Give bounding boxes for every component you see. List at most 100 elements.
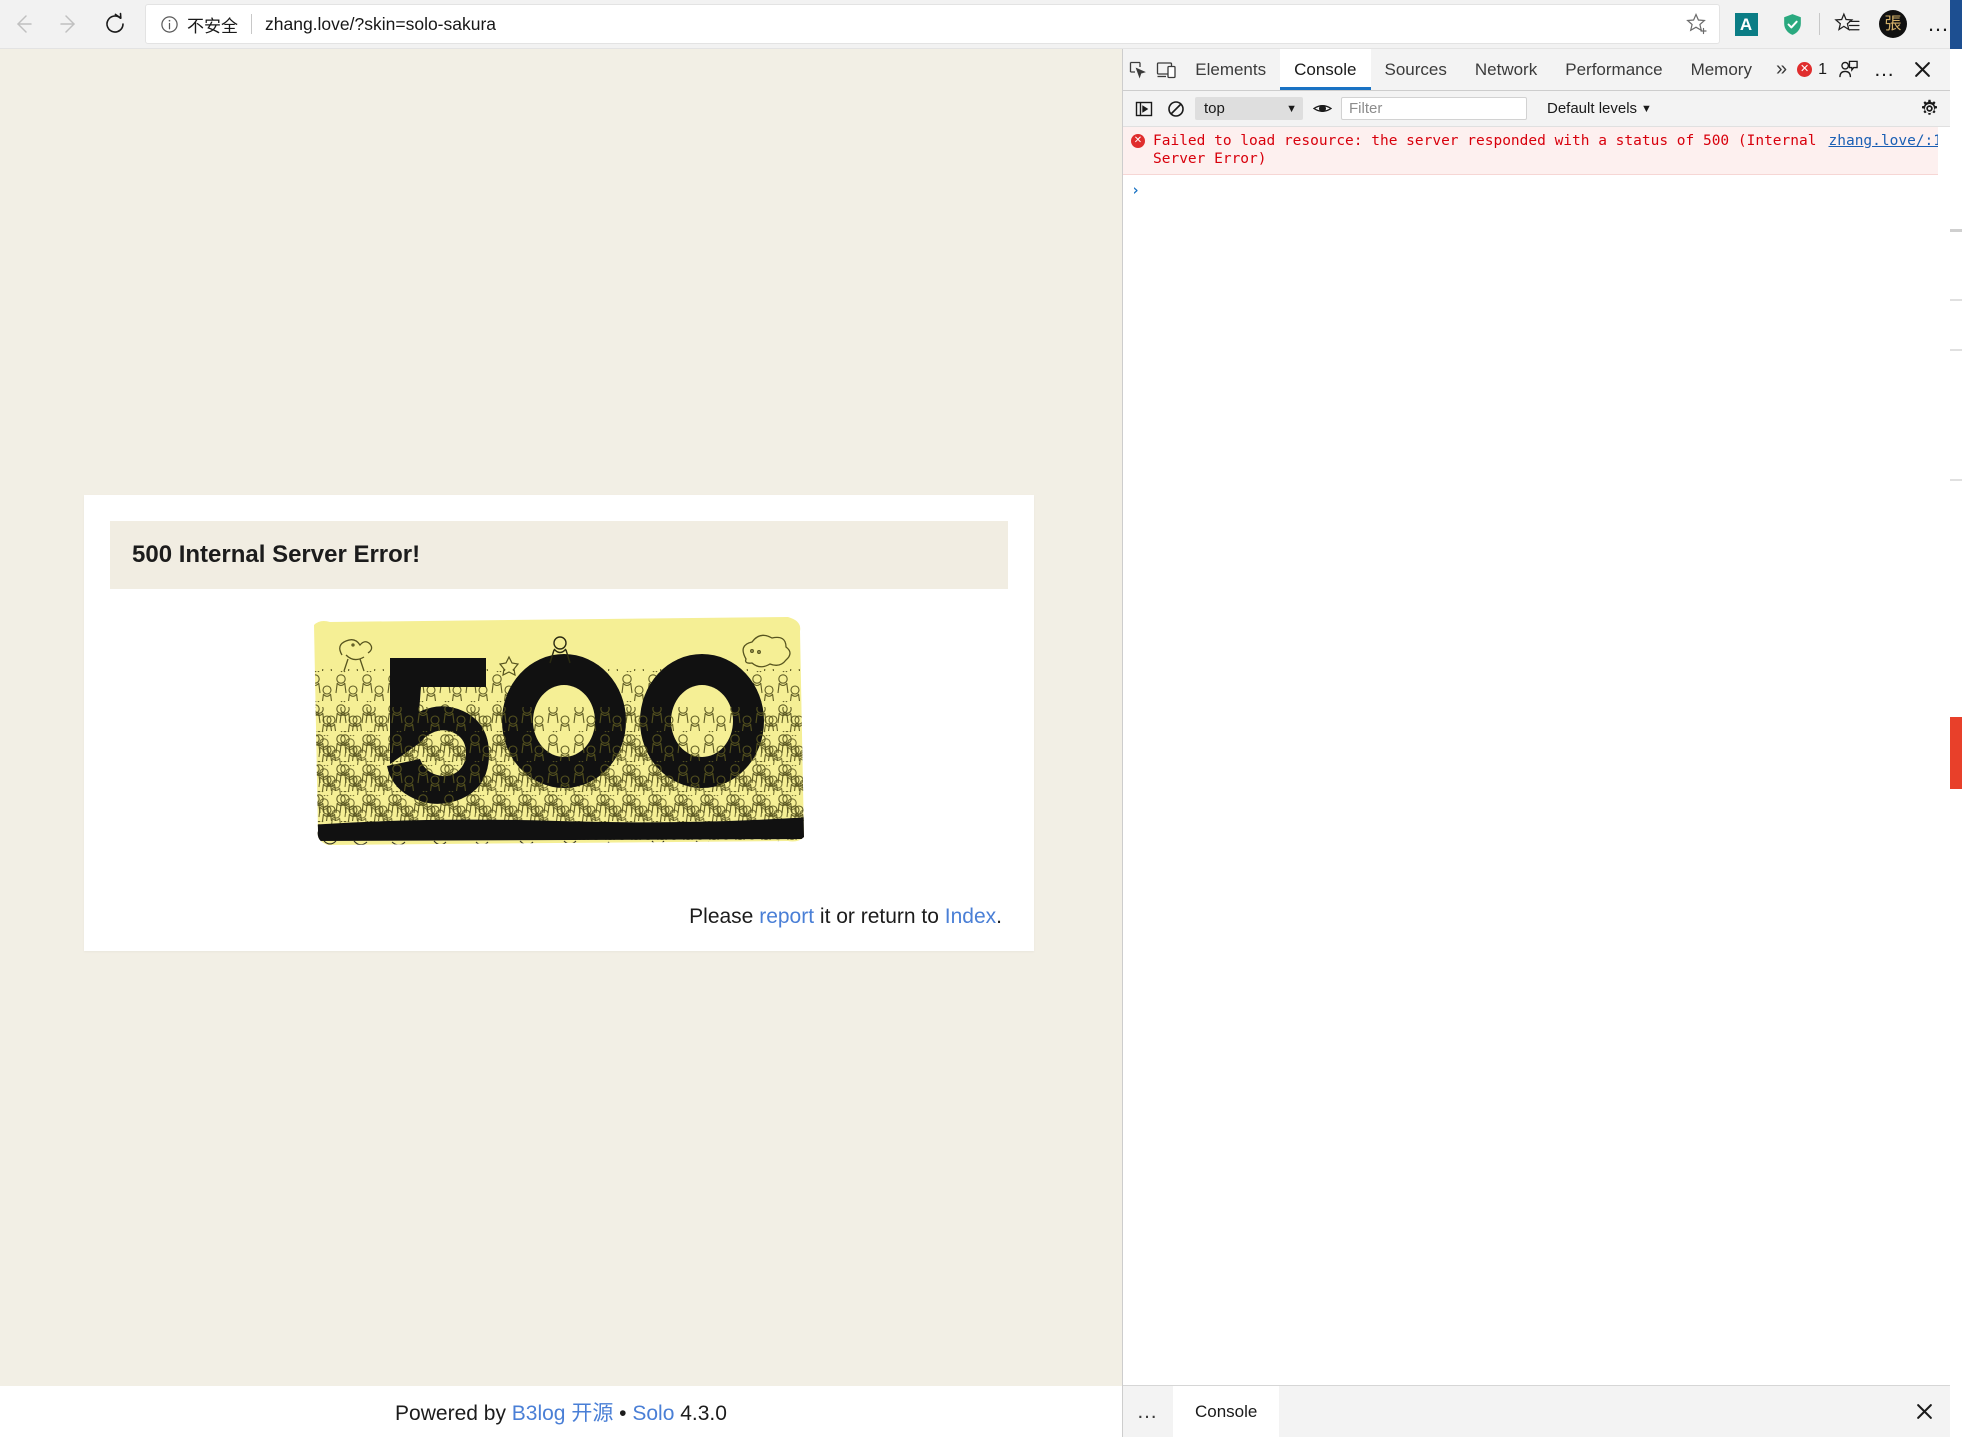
forward-button[interactable] (46, 1, 92, 47)
ellipsis-icon: … (1927, 11, 1951, 36)
tab-performance[interactable]: Performance (1551, 49, 1676, 90)
ellipsis-icon: … (1873, 58, 1897, 81)
report-link[interactable]: report (759, 905, 814, 928)
chevron-double-right-icon: » (1775, 58, 1788, 80)
sliver-line-3 (1950, 349, 1962, 351)
reload-icon (106, 12, 124, 33)
console-input-prompt[interactable]: › (1123, 175, 1950, 205)
error-card-footer: Please report it or return to Index. (110, 887, 1008, 951)
page-title: 500 Internal Server Error! (132, 541, 421, 568)
tab-elements-label: Elements (1195, 59, 1267, 79)
back-button[interactable] (0, 1, 46, 47)
shield-check-button[interactable] (1769, 1, 1815, 47)
live-expression-button[interactable] (1309, 96, 1335, 122)
device-toolbar-button[interactable] (1152, 49, 1181, 90)
close-icon (1916, 1404, 1932, 1419)
tab-sources[interactable]: Sources (1371, 49, 1461, 90)
close-icon (1914, 62, 1930, 77)
tab-memory[interactable]: Memory (1677, 49, 1766, 90)
error-count-label: 1 (1818, 60, 1827, 78)
error-circle-icon: ✕ (1797, 62, 1813, 77)
reload-button[interactable] (92, 1, 138, 47)
address-divider (251, 14, 252, 34)
console-sidebar-icon (1135, 101, 1153, 116)
error-circle-icon: ✕ (1131, 134, 1145, 148)
clear-console-icon (1168, 100, 1184, 117)
arrow-left-icon (17, 15, 32, 33)
tab-console-label: Console (1294, 59, 1357, 79)
console-filter-input[interactable]: Filter (1341, 97, 1527, 120)
tab-network[interactable]: Network (1461, 49, 1551, 90)
footer-suffix: . (996, 905, 1002, 928)
index-link[interactable]: Index (945, 905, 996, 928)
drawer-close-button[interactable] (1898, 1386, 1950, 1437)
error-500-illustration (314, 617, 804, 845)
drawer-spacer (1279, 1386, 1898, 1437)
error-card-body (110, 589, 1008, 887)
b3log-link[interactable]: B3log 开源 (512, 1402, 614, 1425)
avatar: 張 (1879, 10, 1907, 38)
console-message-list[interactable]: ✕ Failed to load resource: the server re… (1123, 127, 1950, 1385)
inspect-element-button[interactable] (1123, 49, 1152, 90)
tab-network-label: Network (1474, 59, 1538, 79)
background-window-sliver[interactable] (1950, 49, 1962, 1437)
profile-button[interactable]: 張 (1870, 1, 1916, 47)
sliver-line-2 (1950, 299, 1962, 301)
sliver-red-block (1950, 717, 1962, 789)
tab-elements[interactable]: Elements (1181, 49, 1280, 90)
gear-icon (1921, 99, 1937, 115)
devtools-more-options-button[interactable]: … (1869, 54, 1901, 86)
extension-a-icon: A (1734, 12, 1758, 36)
console-scrollbar[interactable] (1938, 127, 1950, 1385)
drawer-tab-console[interactable]: Console (1173, 1386, 1280, 1437)
page-content: 500 Internal Server Error! Please report… (0, 49, 1122, 1386)
execution-context-select[interactable]: top ▼ (1195, 97, 1303, 120)
shield-check-icon (1783, 13, 1801, 35)
feedback-person-icon (1838, 60, 1858, 78)
arrow-right-icon (60, 15, 75, 33)
console-error-source-link[interactable]: zhang.love/:1 (1829, 132, 1943, 150)
feedback-button[interactable] (1832, 54, 1864, 86)
error-card: 500 Internal Server Error! Please report… (84, 495, 1034, 951)
console-error-text: Failed to load resource: the server resp… (1153, 133, 1817, 167)
extension-a-button[interactable]: A (1723, 1, 1769, 47)
devtools-tabbar-actions: ✕ 1 … (1797, 49, 1950, 90)
clear-console-button[interactable] (1163, 96, 1189, 122)
devtools-close-button[interactable] (1906, 54, 1938, 86)
execution-context-value: top (1204, 100, 1225, 117)
address-bar[interactable]: 不安全 zhang.love/?skin=solo-sakura (146, 5, 1719, 43)
toolbar-divider (1819, 13, 1820, 35)
device-toolbar-icon (1157, 61, 1176, 78)
page-viewport: 500 Internal Server Error! Please report… (0, 49, 1122, 1437)
favorites-list-icon (1833, 11, 1860, 31)
tab-performance-label: Performance (1565, 59, 1663, 79)
devtools-panel: Elements Console Sources Network Perform… (1122, 49, 1950, 1437)
more-tabs-button[interactable]: » (1766, 49, 1797, 90)
inspect-element-icon (1129, 61, 1146, 79)
browser-toolbar: 不安全 zhang.love/?skin=solo-sakura A 張 … (0, 0, 1962, 49)
console-sidebar-toggle[interactable] (1131, 96, 1157, 122)
footer-separator: • (613, 1401, 633, 1425)
site-footer-text: Powered by B3log 开源 • Solo 4.3.0 (395, 1397, 727, 1427)
info-circle-icon[interactable] (160, 15, 179, 34)
sliver-line-1 (1950, 229, 1962, 232)
footer-middle: it or return to (814, 905, 945, 928)
tab-console[interactable]: Console (1280, 49, 1371, 90)
prompt-chevron-icon: › (1131, 181, 1141, 199)
solo-link[interactable]: Solo (632, 1402, 674, 1425)
favorites-list-button[interactable] (1824, 1, 1870, 47)
console-settings-button[interactable] (1916, 96, 1942, 122)
tab-sources-label: Sources (1384, 59, 1447, 79)
drawer-more-button[interactable]: … (1123, 1386, 1173, 1437)
live-expression-eye-icon (1312, 104, 1332, 113)
console-error-message[interactable]: ✕ Failed to load resource: the server re… (1123, 127, 1950, 175)
error-count-badge[interactable]: ✕ 1 (1797, 61, 1827, 79)
chevron-down-icon: ▼ (1641, 102, 1652, 115)
chevron-down-icon: ▼ (1286, 102, 1297, 115)
powered-by-label: Powered by (395, 1401, 512, 1425)
site-footer: Powered by B3log 开源 • Solo 4.3.0 (0, 1386, 1122, 1437)
devtools-drawer: … Console (1123, 1385, 1950, 1437)
tab-memory-label: Memory (1690, 59, 1752, 79)
star-add-icon[interactable] (1685, 12, 1709, 36)
log-levels-select[interactable]: Default levels ▼ (1547, 100, 1652, 117)
